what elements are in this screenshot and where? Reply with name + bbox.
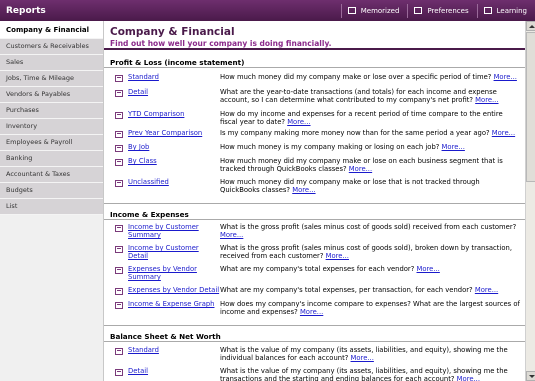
learning-icon <box>483 7 492 14</box>
report-icon[interactable] <box>115 246 123 253</box>
more-link[interactable]: More... <box>326 252 349 260</box>
report-link[interactable]: Expenses by Vendor Summary <box>128 265 220 281</box>
report-link[interactable]: Expenses by Vendor Detail <box>128 286 220 294</box>
report-link[interactable]: By Job <box>128 143 220 151</box>
more-link[interactable]: More... <box>457 375 480 381</box>
sidebar-item-accountant-taxes[interactable]: Accountant & Taxes <box>0 167 103 183</box>
report-link[interactable]: Income by Customer Detail <box>128 244 220 260</box>
section-divider <box>104 341 525 342</box>
sidebar-item-jobs-time-mileage[interactable]: Jobs, Time & Mileage <box>0 71 103 87</box>
report-icon[interactable] <box>115 131 123 138</box>
sidebar-item-customers-receivables[interactable]: Customers & Receivables <box>0 39 103 55</box>
more-link[interactable]: More... <box>349 165 372 173</box>
report-description: What is the gross profit (sales minus co… <box>220 223 517 239</box>
page-title: Company & Financial <box>110 26 235 38</box>
sidebar-item-employees-payroll[interactable]: Employees & Payroll <box>0 135 103 151</box>
page-subtitle: Find out how well your company is doing … <box>110 39 332 48</box>
report-description: What is the gross profit (sales minus co… <box>220 244 512 260</box>
report-list-panel: Company & Financial Find out how well yo… <box>104 21 525 381</box>
sidebar-item-company-financial[interactable]: Company & Financial <box>0 21 103 39</box>
section-heading-income-expenses: Income & Expenses <box>110 210 189 219</box>
sidebar-item-vendors-payables[interactable]: Vendors & Payables <box>0 87 103 103</box>
arrow-down-icon <box>529 375 535 378</box>
section-divider <box>104 203 525 204</box>
sidebar-item-sales[interactable]: Sales <box>0 55 103 71</box>
report-link[interactable]: Prev Year Comparison <box>128 129 220 137</box>
sidebar-item-purchases[interactable]: Purchases <box>0 103 103 119</box>
memorized-label: Memorized <box>360 6 400 15</box>
more-link[interactable]: More... <box>292 186 315 194</box>
scroll-up-button[interactable] <box>526 21 535 31</box>
more-link[interactable]: More... <box>287 118 310 126</box>
report-icon[interactable] <box>115 75 123 82</box>
more-link[interactable]: More... <box>475 96 498 104</box>
report-description: Is my company making more money now than… <box>220 129 516 137</box>
report-description: What are my company's total expenses for… <box>220 265 440 273</box>
vertical-scrollbar[interactable] <box>525 21 535 381</box>
memorized-button[interactable]: Memorized <box>340 3 406 18</box>
memorized-icon <box>347 7 356 14</box>
preferences-icon <box>414 7 423 14</box>
learning-button[interactable]: Learning <box>476 3 533 18</box>
more-link[interactable]: More... <box>492 129 515 137</box>
report-description: What are my company's total expenses, pe… <box>220 286 499 294</box>
report-link[interactable]: Unclassified <box>128 178 220 186</box>
sidebar-item-budgets[interactable]: Budgets <box>0 183 103 199</box>
section-divider <box>104 325 525 326</box>
report-link[interactable]: Standard <box>128 73 220 81</box>
report-link[interactable]: Income & Expense Graph <box>128 300 220 308</box>
report-link[interactable]: Detail <box>128 367 220 375</box>
report-icon[interactable] <box>115 302 123 309</box>
more-link[interactable]: More... <box>475 286 498 294</box>
report-description: What are the year-to-date transactions (… <box>220 88 499 104</box>
more-link[interactable]: More... <box>417 265 440 273</box>
section-divider <box>104 67 525 68</box>
report-icon[interactable] <box>115 288 123 295</box>
report-icon[interactable] <box>115 225 123 232</box>
report-link[interactable]: YTD Comparison <box>128 110 220 118</box>
more-link[interactable]: More... <box>442 143 465 151</box>
report-description: How do my income and expenses for a rece… <box>220 110 503 126</box>
report-description: What is the value of my company (its ass… <box>220 367 508 381</box>
section-heading-balance-sheet: Balance Sheet & Net Worth <box>110 332 221 341</box>
more-link[interactable]: More... <box>494 73 517 81</box>
scroll-thumb[interactable] <box>526 32 535 182</box>
more-link[interactable]: More... <box>300 308 323 316</box>
report-link[interactable]: Income by Customer Summary <box>128 223 220 239</box>
report-icon[interactable] <box>115 180 123 187</box>
report-icon[interactable] <box>115 348 123 355</box>
section-divider <box>104 219 525 220</box>
report-link[interactable]: Standard <box>128 346 220 354</box>
report-icon[interactable] <box>115 369 123 376</box>
report-category-sidebar: Company & Financial Customers & Receivab… <box>0 21 104 381</box>
report-description: How much money did my company make or lo… <box>220 73 517 81</box>
preferences-label: Preferences <box>427 6 469 15</box>
report-description: How does my company's income compare to … <box>220 300 520 316</box>
more-link[interactable]: More... <box>220 231 243 239</box>
window-title: Reports <box>6 5 46 16</box>
sidebar-item-list[interactable]: List <box>0 199 103 215</box>
report-description: How much money did my company make or lo… <box>220 157 503 173</box>
preferences-button[interactable]: Preferences <box>407 3 474 18</box>
sidebar-item-inventory[interactable]: Inventory <box>0 119 103 135</box>
title-bar: Reports Memorized Preferences Learning <box>0 0 535 21</box>
report-description: How much money is my company making or l… <box>220 143 465 151</box>
report-icon[interactable] <box>115 267 123 274</box>
report-link[interactable]: Detail <box>128 88 220 96</box>
report-link[interactable]: By Class <box>128 157 220 165</box>
report-icon[interactable] <box>115 159 123 166</box>
learning-label: Learning <box>496 6 527 15</box>
scroll-down-button[interactable] <box>526 371 535 381</box>
section-heading-profit-loss: Profit & Loss (income statement) <box>110 58 245 67</box>
sidebar-item-banking[interactable]: Banking <box>0 151 103 167</box>
report-icon[interactable] <box>115 145 123 152</box>
title-divider <box>104 48 525 50</box>
arrow-up-icon <box>529 25 535 28</box>
report-description: What is the value of my company (its ass… <box>220 346 508 362</box>
more-link[interactable]: More... <box>351 354 374 362</box>
report-description: How much money did my company make or lo… <box>220 178 480 194</box>
report-icon[interactable] <box>115 90 123 97</box>
report-icon[interactable] <box>115 112 123 119</box>
